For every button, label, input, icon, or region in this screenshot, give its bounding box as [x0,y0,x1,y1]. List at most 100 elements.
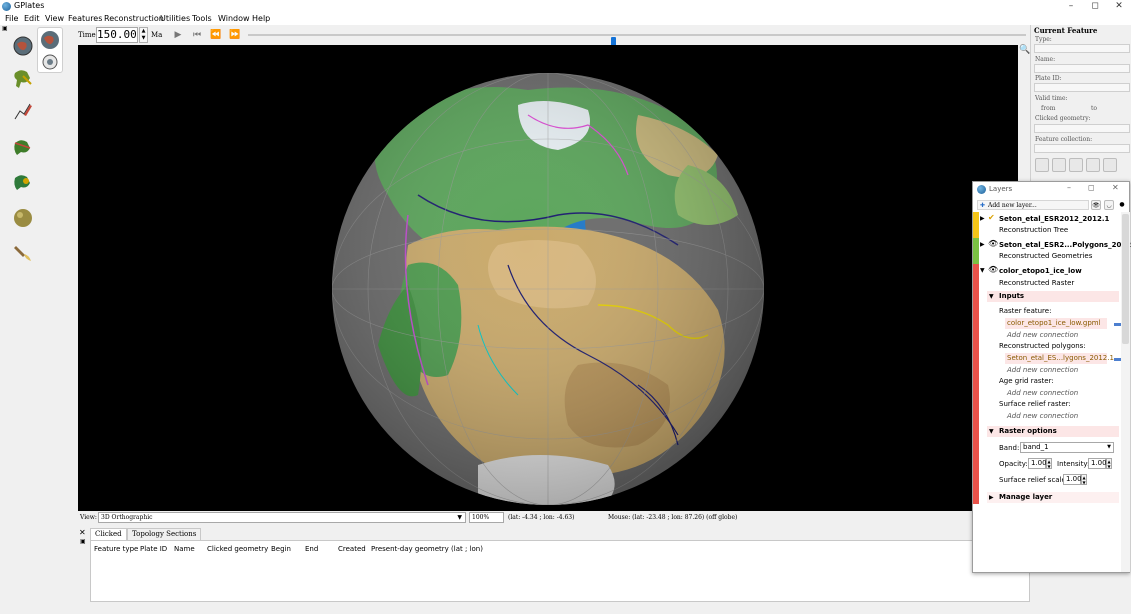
globe-canvas[interactable] [78,45,1018,511]
col-clicked-geometry[interactable]: Clicked geometry [207,545,268,553]
menu-view[interactable]: View [45,14,64,23]
disconnect-icon[interactable] [1114,358,1121,361]
time-spin-down[interactable]: ▼ [140,35,147,42]
col-begin[interactable]: Begin [271,545,291,553]
feature-select-tool[interactable] [10,65,36,91]
delete-feature-button[interactable] [1103,158,1117,172]
clone-geometry-button[interactable] [1069,158,1083,172]
projection-select[interactable]: 3D Orthographic ▼ [98,512,466,523]
feature-collection-field[interactable] [1034,144,1130,153]
inputs-section-header[interactable]: ▼ Inputs [987,291,1119,302]
small-circle-icon [14,209,32,227]
raster-options-header-label: Raster options [999,427,1057,435]
search-icon[interactable]: 🔍 [1019,45,1030,55]
globe-rotate-tool[interactable] [10,33,36,59]
name-field[interactable] [1034,64,1130,73]
col-created[interactable]: Created [338,545,366,553]
layers-minimize-button[interactable]: – [1067,183,1071,192]
surface-relief-scale-input[interactable]: 1.00 [1063,474,1082,485]
reconstructed-polygons-value[interactable]: Seton_etal_ES...lygons_2012.1 [1007,354,1114,362]
time-spin-up[interactable]: ▲ [140,28,147,35]
add-new-layer-button[interactable]: ✚ Add new layer... [977,200,1089,210]
edit-feature-button[interactable] [1052,158,1066,172]
raster-options-section-header[interactable]: ▼ Raster options [987,426,1119,437]
add-connection-surface-relief[interactable]: Add new connection [1007,412,1078,420]
menu-utilities[interactable]: Utilities [160,14,190,23]
layer-name-3[interactable]: color_etopo1_ice_low [999,267,1082,275]
opacity-stepper[interactable]: ▲ ▼ [1046,458,1052,469]
type-field[interactable] [1034,44,1130,53]
hand-tool[interactable] [10,240,36,266]
layers-close-button[interactable]: ✕ [1112,183,1119,192]
valid-to-label: to [1091,105,1098,112]
menu-file[interactable]: File [5,14,18,23]
menu-help[interactable]: Help [252,14,270,23]
manage-layer-section-header[interactable]: ▶ Manage layer [987,492,1119,503]
surface-relief-scale-stepper[interactable]: ▲ ▼ [1081,474,1087,485]
raster-feature-value[interactable]: color_etopo1_ice_low.gpml [1007,319,1101,327]
opacity-input[interactable]: 1.00 [1028,458,1047,469]
eye-icon[interactable]: 👁 [988,239,998,248]
clicked-geometry-field[interactable] [1034,124,1130,133]
close-button[interactable]: ✕ [1108,0,1130,13]
layer-name-1[interactable]: Seton_etal_ESR2012_2012.1 [999,215,1109,223]
small-circle-tool[interactable] [10,205,36,231]
feature-collection-label: Feature collection: [1035,136,1093,143]
zoom-select[interactable]: 100% [469,512,504,523]
layers-restore-button[interactable]: ◻ [1088,183,1095,192]
step-back-button[interactable]: ⏪ [207,27,225,43]
move-feature-button[interactable] [1086,158,1100,172]
menu-features[interactable]: Features [68,14,102,23]
globe-zoom-tool[interactable] [37,27,63,73]
opacity-label: Opacity: [999,460,1028,468]
reconstructed-polygons-label: Reconstructed polygons: [999,342,1086,350]
query-feature-button[interactable] [1035,158,1049,172]
play-button[interactable]: ▶ [169,27,187,43]
col-present-day-geometry[interactable]: Present-day geometry (lat ; lon) [371,545,483,553]
expand-arrow-icon[interactable]: ▶ [980,215,985,222]
time-stepper[interactable]: ▲ ▼ [139,27,148,43]
add-connection-age-grid[interactable]: Add new connection [1007,389,1078,397]
layers-scrollbar[interactable] [1121,212,1130,572]
digitize-tool[interactable] [10,98,36,124]
plate-id-field[interactable] [1034,83,1130,92]
col-plate-id[interactable]: Plate ID [140,545,167,553]
tab-clicked[interactable]: Clicked [90,528,127,540]
layer-name-2[interactable]: Seton_etal_ESR2...Polygons_2012.1 [999,241,1131,249]
layer-visible-checkbox-1[interactable]: ✔ [988,213,995,222]
time-input[interactable]: 150.00 [96,27,138,43]
minimize-button[interactable]: – [1060,0,1082,13]
hide-all-icon[interactable]: ◡ [1104,200,1114,210]
step-forward-button[interactable]: ⏩ [226,27,244,43]
layers-scrollbar-thumb[interactable] [1122,214,1129,344]
eye-icon[interactable]: 👁 [988,265,998,274]
add-connection-polygons[interactable]: Add new connection [1007,366,1078,374]
menu-tools[interactable]: Tools [192,14,212,23]
intensity-stepper[interactable]: ▲ ▼ [1106,458,1112,469]
menu-reconstruction[interactable]: Reconstruction [104,14,164,23]
time-slider[interactable] [248,34,1026,50]
globe-rotate-icon [13,36,33,56]
band-select[interactable]: band_1 ▼ [1020,442,1114,453]
menu-window[interactable]: Window [218,14,250,23]
add-connection-raster[interactable]: Add new connection [1007,331,1078,339]
disconnect-icon[interactable] [1114,323,1121,326]
close-panel-icon[interactable]: ✕ [79,528,86,537]
show-all-icon[interactable]: 👁 [1091,200,1101,210]
collapse-arrow-icon[interactable]: ▼ [980,267,985,274]
col-feature-type[interactable]: Feature type [94,545,138,553]
tab-topology-sections[interactable]: Topology Sections [127,528,202,540]
col-name[interactable]: Name [174,545,195,553]
menu-edit[interactable]: Edit [24,14,40,23]
palette-float-icon[interactable]: ▣ [2,25,8,32]
reconstruction-pole-tool[interactable] [10,170,36,196]
col-end[interactable]: End [305,545,318,553]
topology-tool[interactable] [10,135,36,161]
float-panel-icon[interactable]: ▣ [80,538,86,545]
expand-arrow-icon[interactable]: ▶ [980,241,985,248]
type-label: Type: [1035,36,1052,43]
color-palette-icon[interactable]: ● [1117,200,1127,210]
restore-button[interactable]: ◻ [1084,0,1106,13]
reset-to-start-button[interactable]: ⏮ [188,27,206,43]
intensity-input[interactable]: 1.00 [1088,458,1107,469]
